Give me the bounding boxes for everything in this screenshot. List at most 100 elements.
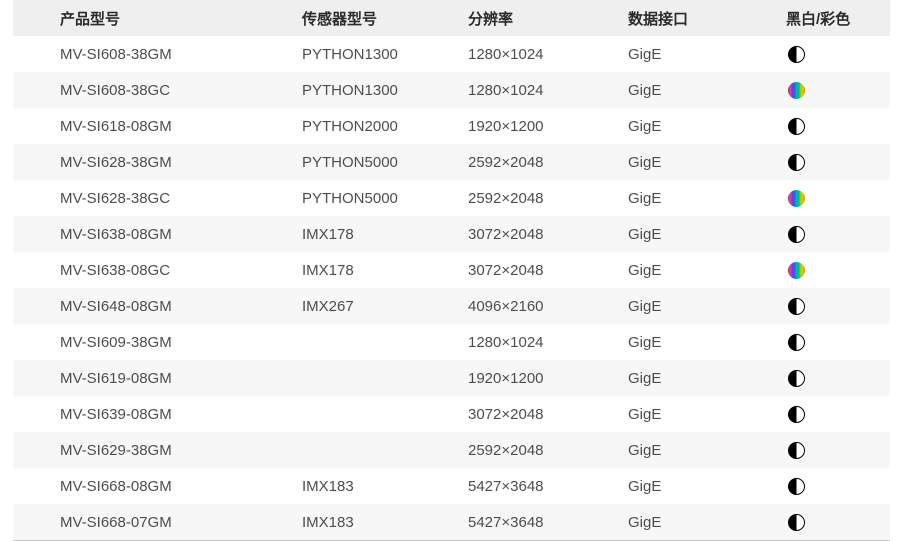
column-header-product-model: 产品型号	[13, 0, 300, 36]
mono-color-cell	[786, 432, 890, 468]
table-row: MV-SI668-07GMIMX1835427×3648GigE	[13, 504, 890, 541]
resolution-cell: 2592×2048	[466, 432, 625, 468]
mono-half-circle-icon	[788, 514, 805, 531]
mono-color-cell	[786, 72, 890, 108]
mono-color-cell	[786, 108, 890, 144]
sensor-model-cell: IMX267	[300, 288, 466, 324]
mono-half-circle-icon	[788, 226, 805, 243]
resolution-cell: 1920×1200	[466, 360, 625, 396]
resolution-cell: 5427×3648	[466, 468, 625, 504]
product-model-cell: MV-SI648-08GM	[13, 288, 300, 324]
data-interface-cell: GigE	[625, 144, 786, 180]
color-rainbow-circle-icon	[788, 262, 805, 279]
product-model-cell: MV-SI668-07GM	[13, 504, 300, 541]
sensor-model-cell: IMX178	[300, 216, 466, 252]
sensor-model-cell	[300, 360, 466, 396]
mono-color-cell	[786, 36, 890, 72]
resolution-cell: 3072×2048	[466, 396, 625, 432]
data-interface-cell: GigE	[625, 360, 786, 396]
sensor-model-cell: PYTHON1300	[300, 36, 466, 72]
column-header-resolution: 分辨率	[466, 0, 625, 36]
mono-half-circle-icon	[788, 334, 805, 351]
table-row: MV-SI608-38GMPYTHON13001280×1024GigE	[13, 36, 890, 72]
color-rainbow-circle-icon	[788, 190, 805, 207]
product-model-cell: MV-SI638-08GM	[13, 216, 300, 252]
sensor-model-cell: IMX183	[300, 504, 466, 541]
data-interface-cell: GigE	[625, 180, 786, 216]
color-rainbow-circle-icon	[788, 82, 805, 99]
product-model-cell: MV-SI628-38GC	[13, 180, 300, 216]
resolution-cell: 1280×1024	[466, 36, 625, 72]
table-row: MV-SI628-38GCPYTHON50002592×2048GigE	[13, 180, 890, 216]
data-interface-cell: GigE	[625, 432, 786, 468]
resolution-cell: 1280×1024	[466, 324, 625, 360]
mono-color-cell	[786, 504, 890, 541]
mono-color-cell	[786, 360, 890, 396]
table-row: MV-SI648-08GMIMX2674096×2160GigE	[13, 288, 890, 324]
mono-color-cell	[786, 396, 890, 432]
product-model-cell: MV-SI618-08GM	[13, 108, 300, 144]
product-spec-table: 产品型号 传感器型号 分辨率 数据接口 黑白/彩色 MV-SI608-38GMP…	[13, 0, 890, 541]
resolution-cell: 1280×1024	[466, 72, 625, 108]
mono-half-circle-icon	[788, 370, 805, 387]
product-model-cell: MV-SI619-08GM	[13, 360, 300, 396]
table-row: MV-SI628-38GMPYTHON50002592×2048GigE	[13, 144, 890, 180]
table-header-row: 产品型号 传感器型号 分辨率 数据接口 黑白/彩色	[13, 0, 890, 36]
table-row: MV-SI638-08GMIMX1783072×2048GigE	[13, 216, 890, 252]
product-model-cell: MV-SI639-08GM	[13, 396, 300, 432]
data-interface-cell: GigE	[625, 36, 786, 72]
table-row: MV-SI618-08GMPYTHON20001920×1200GigE	[13, 108, 890, 144]
table-row: MV-SI638-08GCIMX1783072×2048GigE	[13, 252, 890, 288]
sensor-model-cell	[300, 432, 466, 468]
product-model-cell: MV-SI628-38GM	[13, 144, 300, 180]
mono-half-circle-icon	[788, 298, 805, 315]
table-row: MV-SI608-38GCPYTHON13001280×1024GigE	[13, 72, 890, 108]
mono-color-cell	[786, 288, 890, 324]
mono-half-circle-icon	[788, 118, 805, 135]
table-row: MV-SI609-38GM 1280×1024GigE	[13, 324, 890, 360]
sensor-model-cell	[300, 396, 466, 432]
mono-half-circle-icon	[788, 406, 805, 423]
mono-color-cell	[786, 324, 890, 360]
sensor-model-cell: PYTHON5000	[300, 180, 466, 216]
product-model-cell: MV-SI629-38GM	[13, 432, 300, 468]
data-interface-cell: GigE	[625, 324, 786, 360]
product-spec-page: 产品型号 传感器型号 分辨率 数据接口 黑白/彩色 MV-SI608-38GMP…	[0, 0, 903, 541]
data-interface-cell: GigE	[625, 468, 786, 504]
data-interface-cell: GigE	[625, 252, 786, 288]
data-interface-cell: GigE	[625, 288, 786, 324]
data-interface-cell: GigE	[625, 216, 786, 252]
table-row: MV-SI639-08GM3072×2048GigE	[13, 396, 890, 432]
product-model-cell: MV-SI609-38GM	[13, 324, 300, 360]
mono-color-cell	[786, 468, 890, 504]
resolution-cell: 1920×1200	[466, 108, 625, 144]
sensor-model-cell: IMX183	[300, 468, 466, 504]
data-interface-cell: GigE	[625, 504, 786, 541]
mono-half-circle-icon	[788, 442, 805, 459]
mono-half-circle-icon	[788, 478, 805, 495]
mono-half-circle-icon	[788, 154, 805, 171]
product-model-cell: MV-SI608-38GC	[13, 72, 300, 108]
sensor-model-cell	[300, 324, 466, 360]
column-header-data-interface: 数据接口	[625, 0, 786, 36]
mono-color-cell	[786, 252, 890, 288]
resolution-cell: 3072×2048	[466, 216, 625, 252]
resolution-cell: 2592×2048	[466, 144, 625, 180]
sensor-model-cell: PYTHON5000	[300, 144, 466, 180]
resolution-cell: 2592×2048	[466, 180, 625, 216]
table-row: MV-SI619-08GM 1920×1200GigE	[13, 360, 890, 396]
sensor-model-cell: PYTHON2000	[300, 108, 466, 144]
sensor-model-cell: IMX178	[300, 252, 466, 288]
product-model-cell: MV-SI608-38GM	[13, 36, 300, 72]
table-row: MV-SI629-38GM 2592×2048GigE	[13, 432, 890, 468]
product-model-cell: MV-SI638-08GC	[13, 252, 300, 288]
sensor-model-cell: PYTHON1300	[300, 72, 466, 108]
resolution-cell: 3072×2048	[466, 252, 625, 288]
product-model-cell: MV-SI668-08GM	[13, 468, 300, 504]
resolution-cell: 5427×3648	[466, 504, 625, 541]
column-header-mono-color: 黑白/彩色	[786, 0, 890, 36]
resolution-cell: 4096×2160	[466, 288, 625, 324]
data-interface-cell: GigE	[625, 72, 786, 108]
mono-color-cell	[786, 144, 890, 180]
table-row: MV-SI668-08GMIMX1835427×3648GigE	[13, 468, 890, 504]
